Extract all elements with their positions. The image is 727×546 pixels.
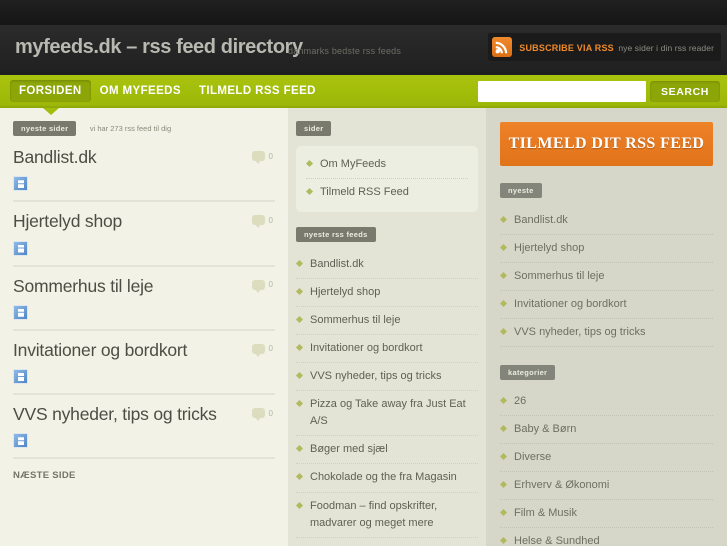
feed-entry: Sommerhus til leje 0	[13, 267, 275, 331]
list-item[interactable]: Sommerhus til leje	[500, 263, 713, 292]
right-sidebar-column: TILMELD DIT RSS FEED nyeste Bandlist.dk …	[486, 108, 727, 546]
rss-waves-icon	[495, 41, 508, 54]
comment-count[interactable]: 0	[251, 279, 273, 293]
newest-feeds-widget: nyeste rss feeds Bandlist.dk Hjertelyd s…	[296, 226, 478, 546]
feed-entry-title[interactable]: Invitationer og bordkort	[13, 340, 275, 360]
list-item[interactable]: Invitationer og bordkort	[500, 291, 713, 320]
categories-link-list: 26 Baby & Børn Diverse Erhverv & Økonomi…	[500, 388, 713, 546]
comment-bubble-icon	[251, 279, 265, 293]
list-item[interactable]: Tilmeld RSS Feed	[306, 179, 468, 206]
list-item[interactable]: VVS nyheder, tips og tricks	[296, 363, 478, 392]
page-body: nyeste sider vi har 273 rss feed til dig…	[0, 108, 727, 546]
list-item[interactable]: Hjertelyd shop	[296, 279, 478, 308]
newest-feeds-link-list: Bandlist.dk Hjertelyd shop Sommerhus til…	[296, 251, 478, 546]
list-item[interactable]: Baby & Børn	[500, 416, 713, 445]
feed-count-text: vi har 273 rss feed til dig	[89, 124, 172, 134]
main-content-column: nyeste sider vi har 273 rss feed til dig…	[0, 108, 288, 546]
list-item[interactable]: VVS nyheder, tips og tricks	[500, 319, 713, 348]
feed-entry: Bandlist.dk 0	[13, 138, 275, 203]
submit-rss-feed-cta-button[interactable]: TILMELD DIT RSS FEED	[500, 122, 713, 166]
pages-widget: sider Om MyFeeds Tilmeld RSS Feed	[296, 120, 478, 213]
primary-navbar: FORSIDEN OM MYFEEDS TILMELD RSS FEED SEA…	[0, 75, 727, 108]
pages-widget-box: Om MyFeeds Tilmeld RSS Feed	[296, 146, 478, 213]
search-form: SEARCH	[478, 81, 720, 102]
top-strip	[0, 0, 727, 25]
site-tagline: danmarks bedste rss feeds	[288, 46, 402, 56]
newest-feeds-box: Bandlist.dk Hjertelyd shop Sommerhus til…	[296, 251, 478, 546]
feed-entry-title[interactable]: VVS nyheder, tips og tricks	[13, 404, 275, 424]
list-item[interactable]: Film & Musik	[500, 500, 713, 529]
site-masthead: myfeeds.dk – rss feed directory danmarks…	[0, 25, 727, 75]
comment-count-value: 0	[268, 344, 273, 354]
comment-bubble-icon	[251, 151, 265, 164]
list-item[interactable]: Bandlist.dk	[296, 251, 478, 280]
middle-sidebar-column: sider Om MyFeeds Tilmeld RSS Feed nyeste…	[288, 108, 486, 546]
right-newest-box: Bandlist.dk Hjertelyd shop Sommerhus til…	[500, 207, 713, 348]
list-item[interactable]: 26	[500, 388, 713, 417]
nav-items: FORSIDEN OM MYFEEDS TILMELD RSS FEED	[10, 80, 325, 102]
list-item[interactable]: Diverse	[500, 444, 713, 473]
next-page-link[interactable]: NÆSTE SIDE	[13, 459, 275, 481]
broken-image-icon	[13, 240, 28, 256]
list-item[interactable]: Bandlist.dk	[500, 207, 713, 236]
comment-count[interactable]: 0	[251, 151, 273, 164]
search-input[interactable]	[478, 81, 647, 102]
categories-badge: kategorier	[500, 364, 556, 380]
list-item[interactable]: Invitationer og bordkort	[296, 335, 478, 364]
comment-count[interactable]: 0	[251, 215, 273, 229]
categories-box: 26 Baby & Børn Diverse Erhverv & Økonomi…	[500, 388, 713, 546]
list-item[interactable]: Bøger med sjæl	[296, 436, 478, 465]
comment-bubble-icon	[251, 408, 265, 421]
broken-image-icon	[13, 304, 28, 320]
nav-item-forsiden[interactable]: FORSIDEN	[10, 80, 91, 102]
feed-entry: VVS nyheder, tips og tricks 0	[13, 395, 275, 460]
list-item[interactable]: Helse & Sundhed	[500, 528, 713, 546]
right-newest-widget: nyeste Bandlist.dk Hjertelyd shop Sommer…	[500, 182, 713, 348]
list-item[interactable]: Erhverv & Økonomi	[500, 472, 713, 501]
subscribe-via-rss-button[interactable]: SUBSCRIBE VIA RSS nye sider i din rss re…	[488, 33, 721, 61]
comment-bubble-icon	[251, 343, 265, 357]
right-newest-badge: nyeste	[500, 183, 542, 199]
comment-bubble-icon	[251, 215, 265, 229]
feed-entry: Hjertelyd shop 0	[13, 202, 275, 267]
nav-item-tilmeld-rss-feed[interactable]: TILMELD RSS FEED	[190, 80, 325, 102]
comment-count-value: 0	[268, 151, 273, 161]
main-section-badge: nyeste sider	[13, 121, 77, 137]
pages-link-list: Om MyFeeds Tilmeld RSS Feed	[306, 151, 468, 206]
subscribe-subtitle: nye sider i din rss reader	[618, 42, 714, 53]
feed-entry: Invitationer og bordkort 0	[13, 331, 275, 395]
broken-image-icon	[13, 369, 28, 384]
comment-count-value: 0	[268, 408, 273, 418]
comment-count[interactable]: 0	[251, 343, 273, 357]
subscribe-title: SUBSCRIBE VIA RSS	[519, 42, 614, 53]
right-newest-link-list: Bandlist.dk Hjertelyd shop Sommerhus til…	[500, 207, 713, 348]
list-item[interactable]: Om MyFeeds	[306, 151, 468, 180]
feed-entry-title[interactable]: Bandlist.dk	[13, 147, 275, 167]
broken-image-icon	[13, 176, 28, 192]
comment-count-value: 0	[268, 280, 273, 289]
list-item[interactable]: Sommerhus til leje	[296, 307, 478, 336]
newest-feeds-badge: nyeste rss feeds	[296, 227, 376, 243]
site-logo[interactable]: myfeeds.dk – rss feed directory	[15, 36, 303, 59]
broken-image-icon	[13, 433, 28, 449]
list-item[interactable]: Foodman – find opskrifter, madvarer og m…	[296, 493, 478, 538]
pages-widget-badge: sider	[296, 121, 332, 137]
feed-entry-title[interactable]: Hjertelyd shop	[13, 211, 275, 231]
list-item[interactable]: Pizza og Take away fra Just Eat A/S	[296, 391, 478, 437]
list-item[interactable]: Hjertelyd shop	[500, 235, 713, 264]
subscribe-text: SUBSCRIBE VIA RSS nye sider i din rss re…	[519, 39, 714, 56]
comment-count-value: 0	[268, 215, 273, 225]
feed-entry-title[interactable]: Sommerhus til leje	[13, 276, 275, 296]
search-button[interactable]: SEARCH	[650, 81, 720, 102]
rss-icon	[492, 37, 513, 57]
categories-widget: kategorier 26 Baby & Børn Diverse Erhver…	[500, 363, 713, 546]
comment-count[interactable]: 0	[251, 408, 273, 421]
nav-item-om-myfeeds[interactable]: OM MYFEEDS	[91, 80, 190, 102]
active-tab-arrow-icon	[43, 108, 59, 115]
list-item[interactable]: Chokolade og the fra Magasin	[296, 464, 478, 493]
